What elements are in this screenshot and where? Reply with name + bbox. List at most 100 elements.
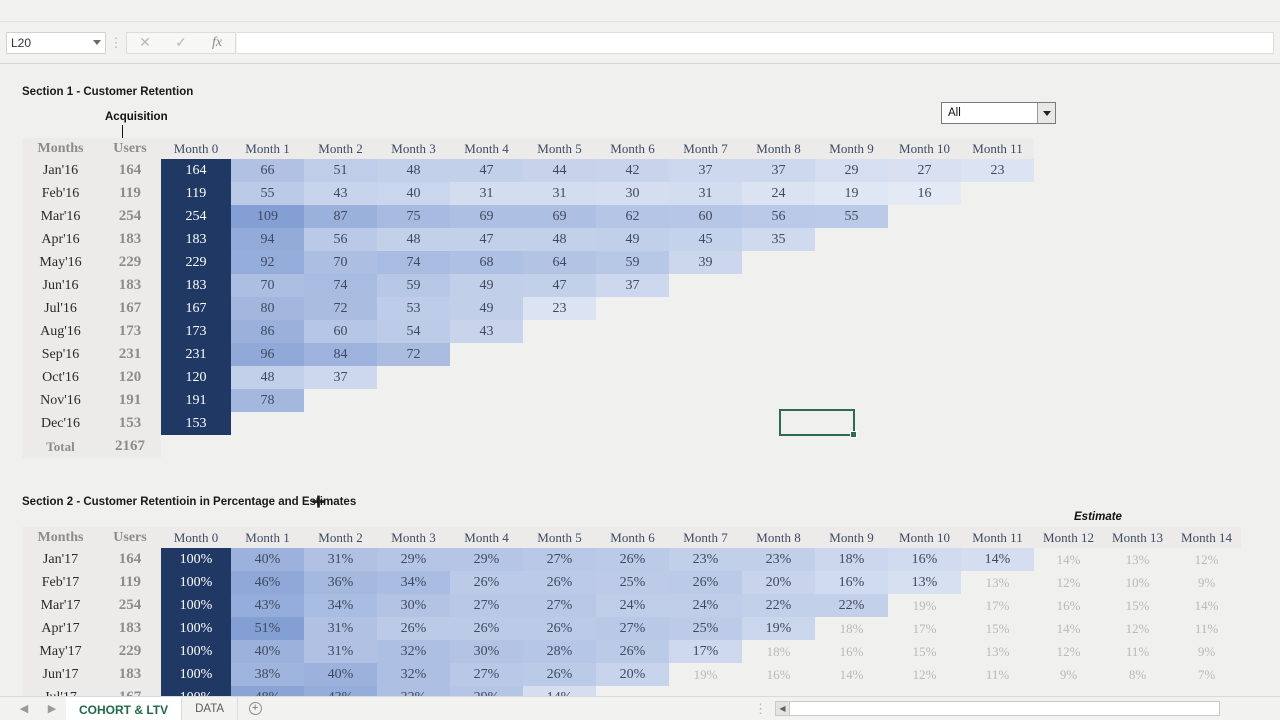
retention-cell[interactable]: 70 (231, 274, 304, 297)
retention-pct-cell[interactable]: 19% (742, 617, 815, 640)
retention-cell[interactable] (377, 389, 450, 412)
retention-cell[interactable]: 64 (523, 251, 596, 274)
retention-cell[interactable] (815, 228, 888, 251)
retention-cell[interactable]: 31 (523, 182, 596, 205)
retention-cell[interactable]: 173 (161, 320, 231, 343)
retention-cell[interactable]: 43 (304, 182, 377, 205)
retention-cell[interactable] (815, 343, 888, 366)
retention-cell[interactable] (961, 182, 1034, 205)
retention-pct-cell[interactable]: 36% (304, 571, 377, 594)
estimate-cell[interactable]: 11% (1103, 640, 1172, 663)
retention-pct-cell[interactable]: 30% (450, 640, 523, 663)
retention-pct-cell[interactable]: 34% (304, 594, 377, 617)
retention-pct-cell[interactable]: 32% (377, 640, 450, 663)
estimate-cell[interactable]: 17% (888, 617, 961, 640)
retention-cell[interactable]: 59 (377, 274, 450, 297)
retention-cell[interactable]: 49 (596, 228, 669, 251)
retention-cell[interactable] (888, 228, 961, 251)
retention-cell[interactable]: 231 (161, 343, 231, 366)
retention-pct-cell[interactable]: 22% (742, 594, 815, 617)
retention-cell[interactable]: 37 (596, 274, 669, 297)
estimate-cell[interactable]: 11% (1172, 617, 1241, 640)
add-sheet-button[interactable]: + (238, 697, 272, 720)
estimate-cell[interactable]: 19% (888, 594, 961, 617)
estimate-cell[interactable]: 11% (961, 663, 1034, 686)
retention-cell[interactable]: 74 (304, 274, 377, 297)
retention-pct-cell[interactable]: 26% (596, 548, 669, 571)
retention-cell[interactable]: 68 (450, 251, 523, 274)
retention-cell[interactable] (669, 297, 742, 320)
retention-cell[interactable]: 35 (742, 228, 815, 251)
retention-cell[interactable]: 153 (161, 412, 231, 435)
retention-cell[interactable] (304, 389, 377, 412)
retention-cell[interactable]: 31 (450, 182, 523, 205)
retention-cell[interactable]: 42 (596, 159, 669, 182)
estimate-cell[interactable]: 9% (1172, 640, 1241, 663)
retention-cell[interactable] (523, 389, 596, 412)
retention-pct-cell[interactable]: 29% (450, 548, 523, 571)
retention-cell[interactable]: 48 (377, 228, 450, 251)
retention-pct-cell[interactable]: 31% (304, 617, 377, 640)
chevron-down-icon[interactable] (93, 40, 101, 45)
retention-cell[interactable] (742, 366, 815, 389)
retention-cell[interactable] (669, 274, 742, 297)
retention-pct-cell[interactable]: 26% (450, 571, 523, 594)
retention-cell[interactable] (523, 366, 596, 389)
retention-pct-cell[interactable]: 27% (450, 594, 523, 617)
retention-cell[interactable] (888, 205, 961, 228)
estimate-cell[interactable]: 14% (1034, 548, 1103, 571)
retention-cell[interactable]: 54 (377, 320, 450, 343)
retention-cell[interactable] (961, 274, 1034, 297)
retention-pct-cell[interactable]: 51% (231, 617, 304, 640)
retention-cell[interactable] (961, 320, 1034, 343)
retention-cell[interactable] (523, 343, 596, 366)
estimate-cell[interactable]: 8% (1103, 663, 1172, 686)
retention-cell[interactable] (450, 389, 523, 412)
retention-cell[interactable]: 39 (669, 251, 742, 274)
retention-cell[interactable] (523, 320, 596, 343)
retention-pct-cell[interactable]: 100% (161, 663, 231, 686)
retention-cell[interactable]: 43 (450, 320, 523, 343)
retention-cell[interactable] (596, 343, 669, 366)
fill-handle[interactable] (850, 431, 857, 438)
retention-cell[interactable]: 27 (888, 159, 961, 182)
retention-cell[interactable]: 254 (161, 205, 231, 228)
retention-pct-cell[interactable]: 30% (377, 594, 450, 617)
estimate-cell[interactable]: 13% (961, 640, 1034, 663)
retention-cell[interactable]: 31 (669, 182, 742, 205)
retention-cell[interactable]: 59 (596, 251, 669, 274)
retention-cell[interactable] (961, 412, 1034, 435)
insert-function-icon[interactable]: fx (199, 33, 235, 53)
retention-cell[interactable] (888, 320, 961, 343)
retention-cell[interactable]: 86 (231, 320, 304, 343)
retention-cell[interactable]: 23 (961, 159, 1034, 182)
retention-pct-cell[interactable]: 25% (596, 571, 669, 594)
estimate-cell[interactable]: 15% (1103, 594, 1172, 617)
retention-pct-cell[interactable]: 26% (523, 663, 596, 686)
estimate-cell[interactable]: 12% (1172, 548, 1241, 571)
retention-pct-cell[interactable]: 40% (231, 548, 304, 571)
retention-pct-cell[interactable]: 34% (377, 571, 450, 594)
retention-cell[interactable]: 96 (231, 343, 304, 366)
retention-cell[interactable]: 70 (304, 251, 377, 274)
retention-cell[interactable]: 183 (161, 228, 231, 251)
estimate-cell[interactable]: 16% (742, 663, 815, 686)
retention-cell[interactable] (815, 320, 888, 343)
retention-cell[interactable] (961, 228, 1034, 251)
chevron-left-icon[interactable]: ◀ (20, 702, 28, 715)
retention-pct-cell[interactable]: 26% (669, 571, 742, 594)
estimate-cell[interactable]: 10% (1103, 571, 1172, 594)
retention-cell[interactable] (596, 320, 669, 343)
retention-cell[interactable] (450, 412, 523, 435)
retention-cell[interactable]: 56 (742, 205, 815, 228)
retention-cell[interactable] (669, 343, 742, 366)
retention-cell[interactable]: 69 (450, 205, 523, 228)
retention-pct-cell[interactable]: 20% (596, 663, 669, 686)
estimate-cell[interactable]: 14% (1172, 594, 1241, 617)
retention-cell[interactable]: 37 (742, 159, 815, 182)
retention-pct-cell[interactable]: 32% (377, 663, 450, 686)
retention-cell[interactable]: 37 (304, 366, 377, 389)
retention-pct-cell[interactable]: 14% (961, 548, 1034, 571)
retention-cell[interactable]: 37 (669, 159, 742, 182)
estimate-cell[interactable]: 12% (1103, 617, 1172, 640)
